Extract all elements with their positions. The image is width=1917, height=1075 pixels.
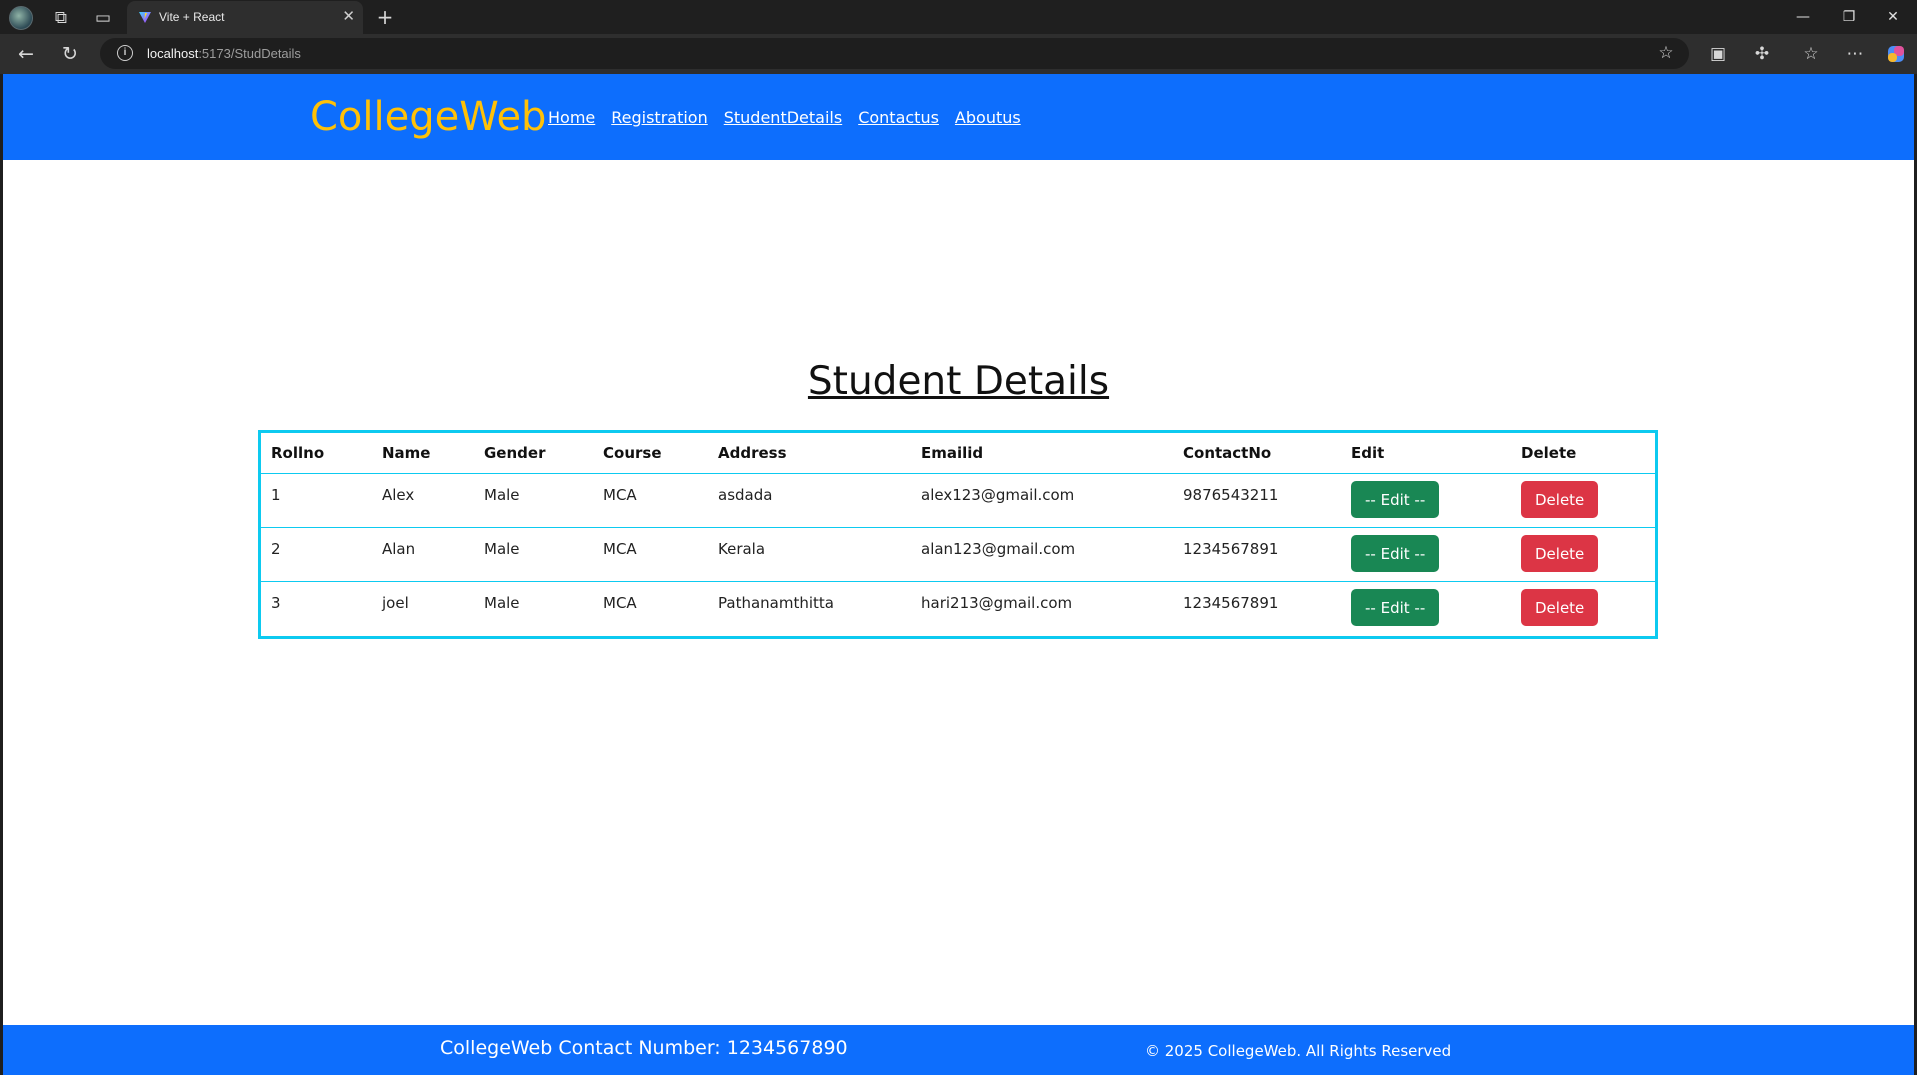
- header-address: Address: [708, 433, 911, 474]
- workspaces-icon[interactable]: ⧉: [50, 7, 72, 29]
- cell-address: asdada: [708, 473, 911, 528]
- cell-name: joel: [382, 594, 409, 612]
- cell-rollno: 2: [261, 527, 372, 582]
- cell-edit: -- Edit --: [1341, 473, 1511, 528]
- delete-button[interactable]: Delete: [1521, 589, 1599, 626]
- browser-tab-bar: ⧉ ▭ Vite + React ✕ + — ❐ ✕: [0, 0, 1917, 34]
- nav-links: Home Registration StudentDetails Contact…: [548, 108, 1021, 127]
- favorite-star-icon[interactable]: ☆: [1655, 42, 1677, 64]
- cell-address: Pathanamthitta: [718, 594, 834, 612]
- nav-link-home[interactable]: Home: [548, 108, 595, 127]
- cell-rollno: 1: [261, 473, 372, 528]
- cell-gender: Male: [484, 594, 520, 612]
- cell-name: Alan: [372, 527, 474, 582]
- cell-delete: Delete: [1511, 582, 1655, 636]
- refresh-icon[interactable]: ↻: [58, 42, 82, 66]
- url-host: localhost: [147, 46, 199, 61]
- header-gender: Gender: [474, 433, 593, 474]
- url-path: :5173/StudDetails: [198, 46, 301, 61]
- delete-button[interactable]: Delete: [1521, 481, 1599, 518]
- header-rollno: Rollno: [261, 433, 372, 474]
- new-tab-icon[interactable]: +: [373, 5, 397, 29]
- minimize-icon[interactable]: —: [1783, 5, 1823, 29]
- cell-course: MCA: [603, 594, 637, 612]
- table-row: 1 Alex Male MCA asdada alex123@gmail.com…: [261, 473, 1655, 528]
- cell-gender: Male: [474, 473, 593, 528]
- header-contactno: ContactNo: [1173, 433, 1341, 474]
- cell-name: Alex: [372, 473, 474, 528]
- nav-link-studentdetails[interactable]: StudentDetails: [724, 108, 842, 127]
- immersive-reader-icon[interactable]: ▣: [1706, 42, 1730, 66]
- more-icon[interactable]: ⋯: [1843, 42, 1867, 66]
- nav-link-contactus[interactable]: Contactus: [858, 108, 939, 127]
- back-icon[interactable]: ←: [14, 42, 38, 66]
- cell-contact: 9876543211: [1173, 473, 1341, 528]
- address-bar[interactable]: i localhost:5173/StudDetails ☆: [100, 38, 1689, 69]
- cell-address: Kerala: [708, 527, 911, 582]
- header-edit: Edit: [1341, 433, 1511, 474]
- footer: CollegeWeb Contact Number: 1234567890 © …: [3, 1025, 1914, 1075]
- student-table-container: Rollno Name Gender Course Address Emaili…: [258, 430, 1658, 639]
- favorites-icon[interactable]: ☆: [1799, 42, 1823, 66]
- vertical-tabs-icon[interactable]: ▭: [92, 7, 114, 29]
- brand-logo[interactable]: CollegeWeb: [310, 94, 546, 140]
- cell-contact: 1234567891: [1183, 594, 1279, 612]
- cell-course: MCA: [593, 527, 708, 582]
- tab-active[interactable]: Vite + React ✕: [127, 1, 363, 34]
- copilot-icon[interactable]: [1884, 42, 1908, 66]
- cell-edit: -- Edit --: [1341, 582, 1511, 636]
- student-table: Rollno Name Gender Course Address Emaili…: [261, 433, 1655, 636]
- header-course: Course: [593, 433, 708, 474]
- cell-course: MCA: [593, 473, 708, 528]
- page-viewport: CollegeWeb Home Registration StudentDeta…: [3, 74, 1914, 1075]
- delete-button[interactable]: Delete: [1521, 535, 1599, 572]
- browser-toolbar: ← ↻ i localhost:5173/StudDetails ☆ ▣ ✣ ☆…: [0, 34, 1917, 74]
- profile-avatar[interactable]: [9, 6, 33, 30]
- navbar: CollegeWeb Home Registration StudentDeta…: [3, 74, 1914, 160]
- site-info-icon[interactable]: i: [117, 45, 133, 61]
- edit-button[interactable]: -- Edit --: [1351, 589, 1440, 626]
- cell-email: hari213@gmail.com: [921, 594, 1073, 612]
- table-row: 2 Alan Male MCA Kerala alan123@gmail.com…: [261, 527, 1655, 582]
- cell-gender: Male: [474, 527, 593, 582]
- cell-rollno: 3: [271, 594, 281, 612]
- cell-email: alan123@gmail.com: [911, 527, 1173, 582]
- restore-icon[interactable]: ❐: [1829, 5, 1869, 29]
- vite-logo-icon: [139, 12, 151, 23]
- footer-contact: CollegeWeb Contact Number: 1234567890: [440, 1037, 848, 1059]
- nav-link-aboutus[interactable]: Aboutus: [955, 108, 1021, 127]
- header-emailid: Emailid: [911, 433, 1173, 474]
- tab-title: Vite + React: [159, 10, 225, 24]
- cell-delete: Delete: [1511, 527, 1655, 582]
- table-header-row: Rollno Name Gender Course Address Emaili…: [261, 433, 1655, 474]
- header-name: Name: [372, 433, 474, 474]
- tab-close-icon[interactable]: ✕: [342, 7, 355, 25]
- page-title: Student Details: [807, 359, 1110, 404]
- cell-edit: -- Edit --: [1341, 527, 1511, 582]
- table-row: 3 joel Male MCA Pathanamthitta hari213@g…: [261, 582, 1655, 636]
- extensions-icon[interactable]: ✣: [1750, 42, 1774, 66]
- cell-email: alex123@gmail.com: [911, 473, 1173, 528]
- cell-delete: Delete: [1511, 473, 1655, 528]
- cell-contact: 1234567891: [1173, 527, 1341, 582]
- edit-button[interactable]: -- Edit --: [1351, 535, 1440, 572]
- nav-link-registration[interactable]: Registration: [611, 108, 707, 127]
- close-window-icon[interactable]: ✕: [1873, 5, 1913, 29]
- footer-copyright: © 2025 CollegeWeb. All Rights Reserved: [1145, 1042, 1452, 1060]
- url-text: localhost:5173/StudDetails: [147, 46, 301, 61]
- edit-button[interactable]: -- Edit --: [1351, 481, 1440, 518]
- header-delete: Delete: [1511, 433, 1655, 474]
